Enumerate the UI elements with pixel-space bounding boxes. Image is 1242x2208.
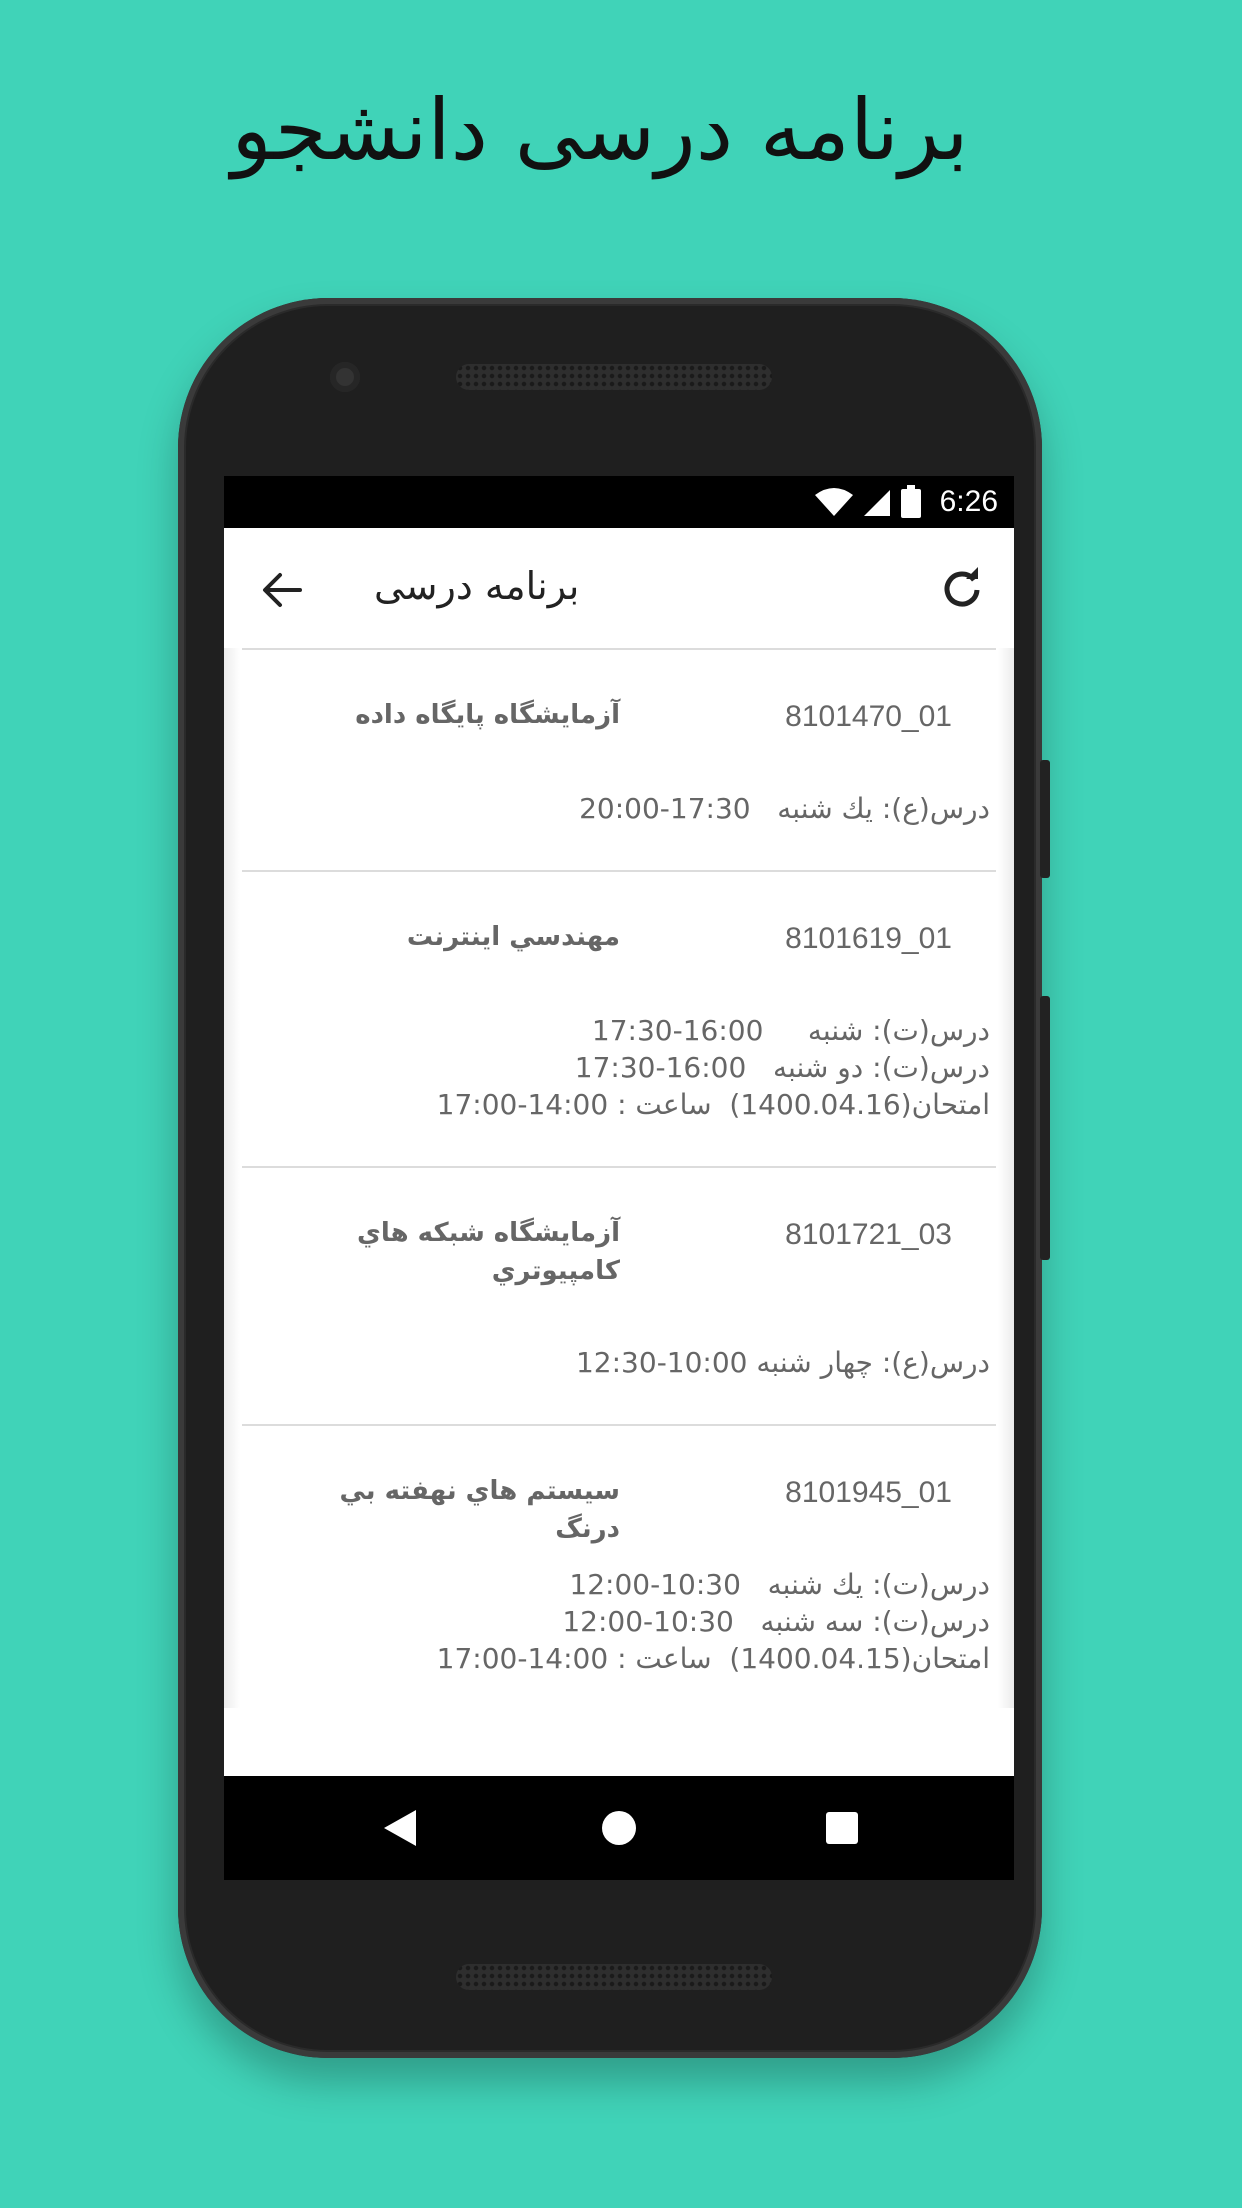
- volume-button: [1040, 760, 1050, 878]
- session-list: درس(ت): يك شنبه 10:30-12:00 درس(ت): سه ش…: [437, 1566, 990, 1677]
- status-time: 6:26: [939, 485, 998, 518]
- nav-recents-icon[interactable]: [824, 1810, 860, 1846]
- course-code: 8101470_01: [785, 700, 952, 733]
- nav-bar: [224, 1776, 1014, 1880]
- course-card[interactable]: 8101470_01 آزمايشگاه پايگاه داده درس(ع):…: [224, 650, 1014, 870]
- page-title: برنامه درسی: [374, 564, 580, 608]
- session-line: درس(ع): يك شنبه 17:30-20:00: [579, 792, 990, 825]
- course-list[interactable]: 8101470_01 آزمايشگاه پايگاه داده درس(ع):…: [224, 648, 1014, 1708]
- refresh-icon[interactable]: [940, 566, 984, 610]
- phone-bezel: 6:26 برنامه درسی 8101470_01 آزمايشگاه پا…: [186, 306, 1034, 2050]
- app-bar: برنامه درسی: [224, 528, 1014, 648]
- session-line: درس(ت): يك شنبه 10:30-12:00: [569, 1568, 990, 1601]
- session-line: امتحان(1400.04.16) ساعت : 14:00-17:00: [436, 1088, 990, 1121]
- course-code: 8101619_01: [785, 922, 952, 955]
- arrow-back-icon[interactable]: [260, 568, 304, 612]
- session-list: درس(ت): شنبه 16:00-17:30 درس(ت): دو شنبه…: [437, 1012, 990, 1123]
- status-icons: 6:26: [814, 476, 998, 528]
- camera-icon: [330, 362, 360, 392]
- wifi-icon: [814, 488, 853, 516]
- course-card[interactable]: 8101721_03 آزمايشگاه شبكه هاي كامپيوتري …: [224, 1168, 1014, 1426]
- course-card[interactable]: 8101619_01 مهندسي اينترنت درس(ت): شنبه 1…: [224, 872, 1014, 1168]
- course-name: آزمايشگاه پايگاه داده: [355, 700, 620, 730]
- power-button: [1040, 996, 1050, 1260]
- speaker-grille-top: [456, 364, 772, 390]
- nav-back-icon[interactable]: [382, 1808, 418, 1848]
- session-line: درس(ت): سه شنبه 10:30-12:00: [562, 1605, 990, 1638]
- promo-title: برنامه درسی دانشجو: [231, 81, 969, 179]
- session-line: درس(ت): دو شنبه 16:00-17:30: [574, 1051, 990, 1084]
- session-line: درس(ت): شنبه 16:00-17:30: [591, 1014, 990, 1047]
- nav-home-icon[interactable]: [600, 1808, 638, 1848]
- course-code: 8101945_01: [785, 1476, 952, 1509]
- course-name: سيستم هاي نهفته بي درنگ: [339, 1476, 620, 1544]
- course-code: 8101721_03: [785, 1218, 952, 1251]
- session-list: درس(ع): چهار شنبه 10:00-12:30: [576, 1344, 990, 1381]
- course-name: آزمايشگاه شبكه هاي كامپيوتري: [357, 1218, 620, 1286]
- phone-screen: 6:26 برنامه درسی 8101470_01 آزمايشگاه پا…: [224, 476, 1014, 1880]
- course-card[interactable]: 8101945_01 سيستم هاي نهفته بي درنگ درس(ت…: [224, 1426, 1014, 1708]
- status-bar: 6:26: [224, 476, 1014, 528]
- phone-frame: 6:26 برنامه درسی 8101470_01 آزمايشگاه پا…: [178, 298, 1050, 2058]
- speaker-grille-bottom: [456, 1964, 772, 1990]
- session-line: امتحان(1400.04.15) ساعت : 14:00-17:00: [436, 1642, 990, 1675]
- battery-icon: [900, 485, 921, 518]
- session-line: درس(ع): چهار شنبه 10:00-12:30: [575, 1346, 990, 1379]
- course-name: مهندسي اينترنت: [406, 922, 620, 952]
- session-list: درس(ع): يك شنبه 17:30-20:00: [579, 790, 990, 827]
- signal-icon: [863, 490, 890, 516]
